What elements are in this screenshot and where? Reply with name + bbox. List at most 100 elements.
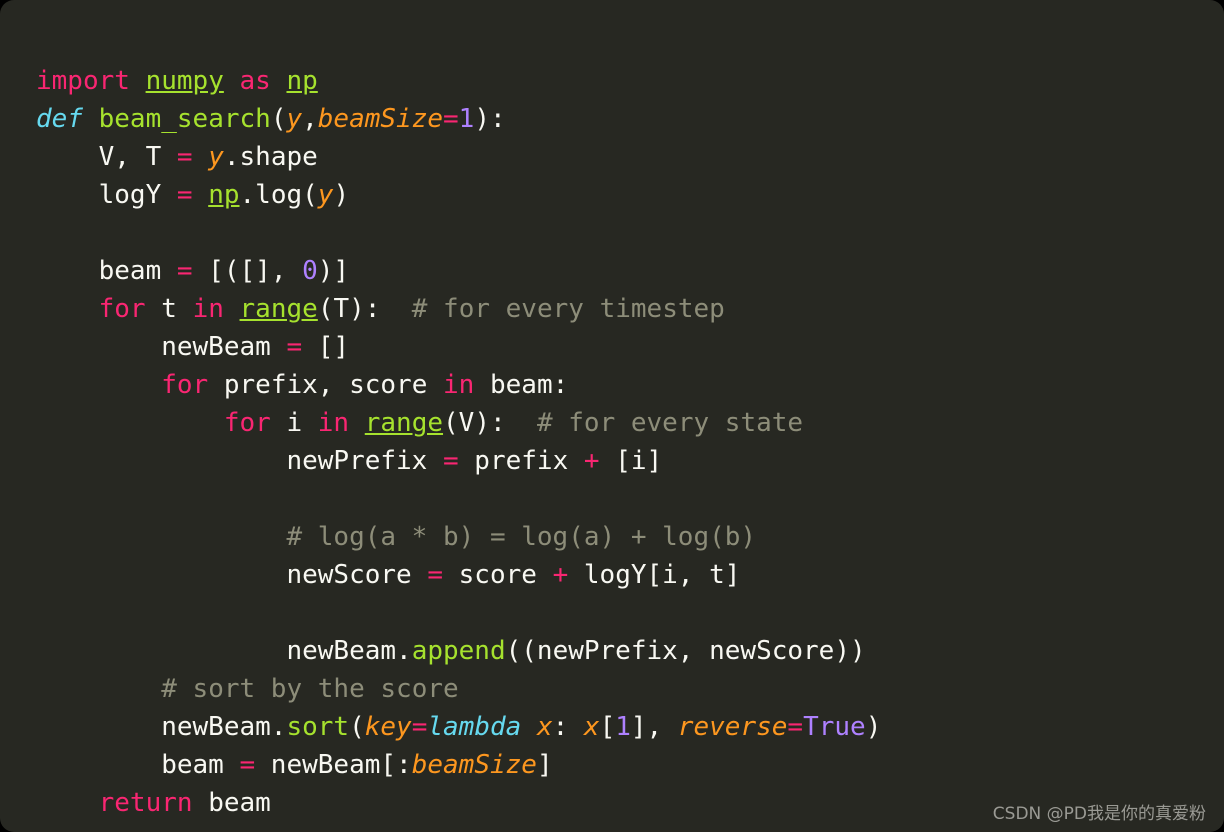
code-token-kw: in (443, 370, 475, 400)
code-token-op: = (411, 712, 428, 742)
code-line: return beam (36, 784, 881, 822)
watermark-label: CSDN @PD我是你的真爱粉 (992, 804, 1206, 824)
code-token-txt: [([], (192, 256, 303, 286)
code-token-mod: np (208, 180, 240, 210)
code-token-kw: for (98, 294, 146, 324)
code-token-op: = (787, 712, 804, 742)
code-token-txt: V, T (36, 142, 177, 172)
code-token-op: = (443, 104, 459, 134)
code-token-kw: in (317, 408, 350, 438)
code-line: def beam_search(y,beamSize=1): (36, 100, 881, 138)
code-token-kw: for (223, 408, 271, 438)
code-line: beam = newBeam[:beamSize] (36, 746, 881, 784)
code-token-txt: [i] (599, 446, 663, 476)
code-token-fn: append (411, 636, 506, 666)
code-token-num: 0 (302, 256, 318, 286)
code-line: for prefix, score in beam: (36, 366, 881, 404)
code-token-cmt: # sort by the score (161, 674, 459, 704)
code-token-param: x (536, 712, 553, 742)
code-line: beam = [([], 0)] (36, 252, 881, 290)
code-line: newPrefix = prefix + [i] (36, 442, 881, 480)
code-token-txt: i (270, 408, 318, 438)
code-token-txt: logY[i, t] (568, 560, 741, 590)
code-line: newBeam = [] (36, 328, 881, 366)
code-token-op: = (176, 142, 193, 172)
code-token-op: + (552, 560, 569, 590)
code-token-kw: for (161, 370, 209, 400)
code-line: for t in range(T): # for every timestep (36, 290, 881, 328)
code-token-txt: prefix (458, 446, 584, 476)
code-token-op: = (239, 750, 256, 780)
code-token-txt: ) (333, 180, 350, 210)
code-token-txt: beam (192, 788, 271, 818)
code-token-kw: import (36, 66, 130, 96)
code-token-txt: newPrefix (36, 446, 443, 476)
code-token-txt: t (145, 294, 193, 324)
code-token-txt: .shape (223, 142, 318, 172)
code-line: import numpy as np (36, 62, 881, 100)
code-line: V, T = y.shape (36, 138, 881, 176)
code-line: # log(a * b) = log(a) + log(b) (36, 518, 881, 556)
code-token-txt: newBeam. (36, 636, 412, 666)
code-token-txt: ], (630, 712, 678, 742)
code-token-op: = (176, 180, 193, 210)
code-token-txt: logY (36, 180, 177, 210)
code-token-txt: ( (270, 104, 287, 134)
code-token-txt: .log( (239, 180, 318, 210)
code-line: for i in range(V): # for every state (36, 404, 881, 442)
code-token-fn: sort (286, 712, 350, 742)
code-token-mod: numpy (145, 66, 224, 96)
code-token-txt: (V): (443, 408, 537, 438)
code-token-param: beamSize (317, 104, 444, 134)
code-token-txt: ] (536, 750, 553, 780)
code-token-txt: newScore (36, 560, 428, 590)
code-token-op: = (427, 560, 443, 590)
code-token-mod: np (286, 66, 318, 96)
code-token-txt: [ (599, 712, 616, 742)
code-token-num: 1 (615, 712, 631, 742)
code-token-txt: newBeam. (36, 712, 287, 742)
code-token-cmt: # log(a * b) = log(a) + log(b) (286, 522, 757, 552)
code-token-txt: ( (349, 712, 365, 742)
code-token-param: beamSize (411, 750, 537, 780)
code-token-num: True (803, 712, 866, 742)
code-token-param: x (583, 712, 600, 742)
code-token-kw: as (239, 66, 271, 96)
code-token-param: key (364, 712, 412, 742)
code-line: ​ (36, 214, 881, 252)
code-token-op: + (583, 446, 600, 476)
code-token-txt: (T): (317, 294, 412, 324)
code-token-def: def (36, 104, 83, 134)
code-line: ​ (36, 480, 881, 518)
code-token-mod: range (239, 294, 318, 324)
code-token-txt: , (302, 104, 318, 134)
code-token-txt: : (552, 712, 584, 742)
code-token-mod: range (364, 408, 444, 438)
code-token-txt: score (443, 560, 553, 590)
code-token-txt: [] (302, 332, 350, 362)
code-token-txt: beam: (474, 370, 569, 400)
code-token-txt: ((newPrefix, newScore)) (505, 636, 866, 666)
code-line: logY = np.log(y) (36, 176, 881, 214)
code-token-txt: beam (36, 256, 177, 286)
code-token-txt: prefix, score (208, 370, 444, 400)
code-token-txt: beam (36, 750, 240, 780)
code-block[interactable]: import numpy as np def beam_search(y,beam… (36, 62, 881, 822)
code-line: newBeam.sort(key=lambda x: x[1], reverse… (36, 708, 881, 746)
code-token-param: y (286, 104, 303, 134)
code-token-fn: beam_search (98, 104, 271, 134)
code-token-txt: ) (865, 712, 882, 742)
